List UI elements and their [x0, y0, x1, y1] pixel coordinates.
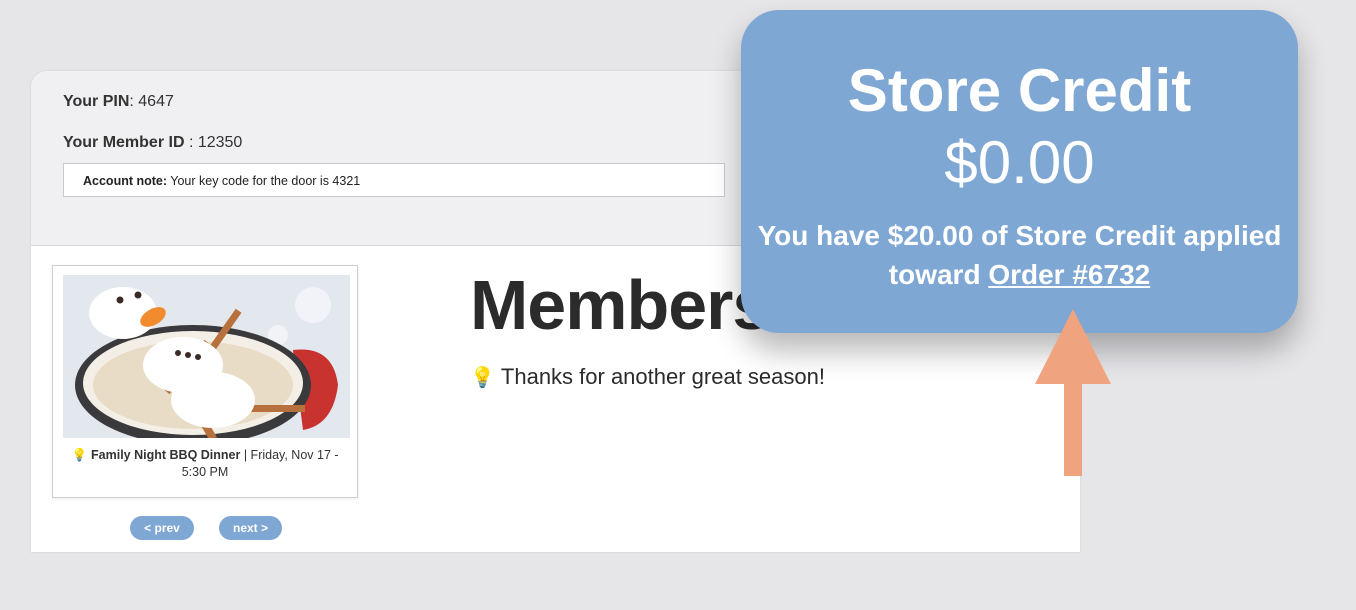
lightbulb-icon: 💡 — [71, 448, 88, 462]
note-text: Your key code for the door is 4321 — [167, 174, 361, 188]
event-card[interactable]: 💡 Family Night BBQ Dinner | Friday, Nov 1… — [52, 265, 358, 498]
store-credit-amount: $0.00 — [944, 129, 1095, 196]
prev-button[interactable]: < prev — [130, 516, 194, 540]
pin-line: Your PIN: 4647 — [63, 93, 174, 111]
next-button[interactable]: next > — [219, 516, 282, 540]
store-credit-callout: Store Credit $0.00 You have $20.00 of St… — [741, 10, 1298, 333]
member-id-label: Your Member ID — [63, 134, 185, 151]
event-caption: 💡 Family Night BBQ Dinner | Friday, Nov 1… — [61, 447, 349, 481]
welcome-message-text: Thanks for another great season! — [500, 364, 825, 389]
account-note: Account note: Your key code for the door… — [63, 163, 725, 197]
store-credit-message: You have $20.00 of Store Credit applied … — [741, 216, 1298, 294]
member-id-line: Your Member ID : 12350 — [63, 134, 242, 152]
welcome-message: 💡 Thanks for another great season! — [470, 364, 825, 390]
up-arrow-icon — [1035, 309, 1111, 476]
event-illustration — [63, 275, 350, 445]
store-credit-title: Store Credit — [847, 57, 1192, 124]
member-id-value: : 12350 — [184, 134, 243, 151]
page-title: Members — [470, 266, 771, 344]
note-label: Account note: — [83, 174, 168, 188]
order-link[interactable]: Order #6732 — [988, 259, 1150, 290]
lightbulb-icon: 💡 — [470, 367, 495, 389]
event-title: Family Night BBQ Dinner — [91, 448, 241, 462]
pin-label: Your PIN — [63, 93, 130, 110]
snowman-marshmallow-cocoa-image — [63, 275, 350, 445]
pin-value: : 4647 — [129, 93, 174, 110]
